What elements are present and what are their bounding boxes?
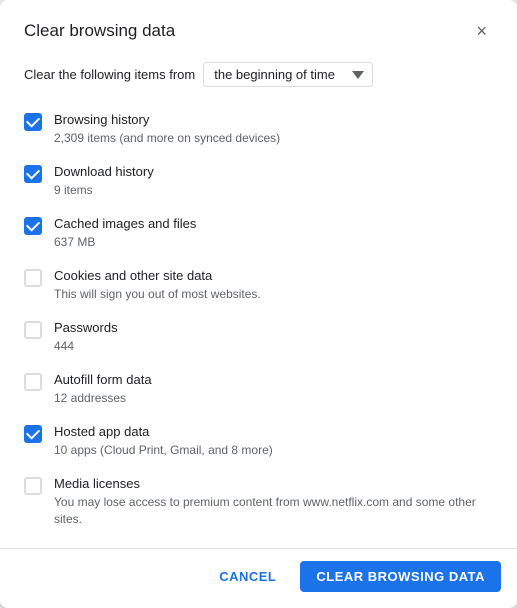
dialog-footer: CANCEL CLEAR BROWSING DATA (0, 548, 517, 608)
item-label-passwords: Passwords (54, 319, 118, 337)
item-desc-autofill: 12 addresses (54, 390, 152, 407)
item-hosted-app-data: Hosted app data 10 apps (Cloud Print, Gm… (24, 415, 493, 467)
checkbox-download-history-box[interactable] (24, 165, 42, 183)
item-autofill: Autofill form data 12 addresses (24, 363, 493, 415)
item-cookies: Cookies and other site data This will si… (24, 259, 493, 311)
item-desc-cookies: This will sign you out of most websites. (54, 286, 261, 303)
checkbox-passwords[interactable] (24, 321, 42, 339)
item-browsing-history: Browsing history 2,309 items (and more o… (24, 103, 493, 155)
item-desc-passwords: 444 (54, 338, 118, 355)
time-range-select[interactable]: the beginning of time the past hour the … (203, 62, 373, 87)
item-desc-cached-images: 637 MB (54, 234, 196, 251)
item-cached-images: Cached images and files 637 MB (24, 207, 493, 259)
item-label-hosted-app-data: Hosted app data (54, 423, 273, 441)
item-media-licenses: Media licenses You may lose access to pr… (24, 467, 493, 536)
checkbox-cookies[interactable] (24, 269, 42, 287)
item-desc-download-history: 9 items (54, 182, 154, 199)
item-label-browsing-history: Browsing history (54, 111, 280, 129)
checkbox-cookies-box[interactable] (24, 269, 42, 287)
checkbox-media-licenses[interactable] (24, 477, 42, 495)
item-desc-browsing-history: 2,309 items (and more on synced devices) (54, 130, 280, 147)
item-label-download-history: Download history (54, 163, 154, 181)
item-desc-media-licenses: You may lose access to premium content f… (54, 494, 493, 528)
items-list: Browsing history 2,309 items (and more o… (24, 103, 493, 536)
checkbox-passwords-box[interactable] (24, 321, 42, 339)
checkbox-autofill-box[interactable] (24, 373, 42, 391)
item-label-autofill: Autofill form data (54, 371, 152, 389)
checkbox-cached-images-box[interactable] (24, 217, 42, 235)
dialog-body: Clear the following items from the begin… (0, 54, 517, 540)
item-label-cookies: Cookies and other site data (54, 267, 261, 285)
clear-browsing-data-button[interactable]: CLEAR BROWSING DATA (300, 561, 501, 592)
checkbox-hosted-app-data-box[interactable] (24, 425, 42, 443)
time-range-row: Clear the following items from the begin… (24, 62, 493, 87)
item-desc-hosted-app-data: 10 apps (Cloud Print, Gmail, and 8 more) (54, 442, 273, 459)
item-label-cached-images: Cached images and files (54, 215, 196, 233)
close-button[interactable]: × (470, 20, 493, 42)
checkbox-browsing-history-box[interactable] (24, 113, 42, 131)
item-passwords: Passwords 444 (24, 311, 493, 363)
clear-from-label: Clear the following items from (24, 67, 195, 82)
dialog-header: Clear browsing data × (0, 0, 517, 54)
checkbox-media-licenses-box[interactable] (24, 477, 42, 495)
item-download-history: Download history 9 items (24, 155, 493, 207)
cancel-button[interactable]: CANCEL (203, 561, 292, 592)
checkbox-browsing-history[interactable] (24, 113, 42, 131)
checkbox-download-history[interactable] (24, 165, 42, 183)
checkbox-cached-images[interactable] (24, 217, 42, 235)
dialog-title: Clear browsing data (24, 21, 175, 41)
checkbox-autofill[interactable] (24, 373, 42, 391)
checkbox-hosted-app-data[interactable] (24, 425, 42, 443)
item-label-media-licenses: Media licenses (54, 475, 493, 493)
clear-browsing-data-dialog: Clear browsing data × Clear the followin… (0, 0, 517, 608)
